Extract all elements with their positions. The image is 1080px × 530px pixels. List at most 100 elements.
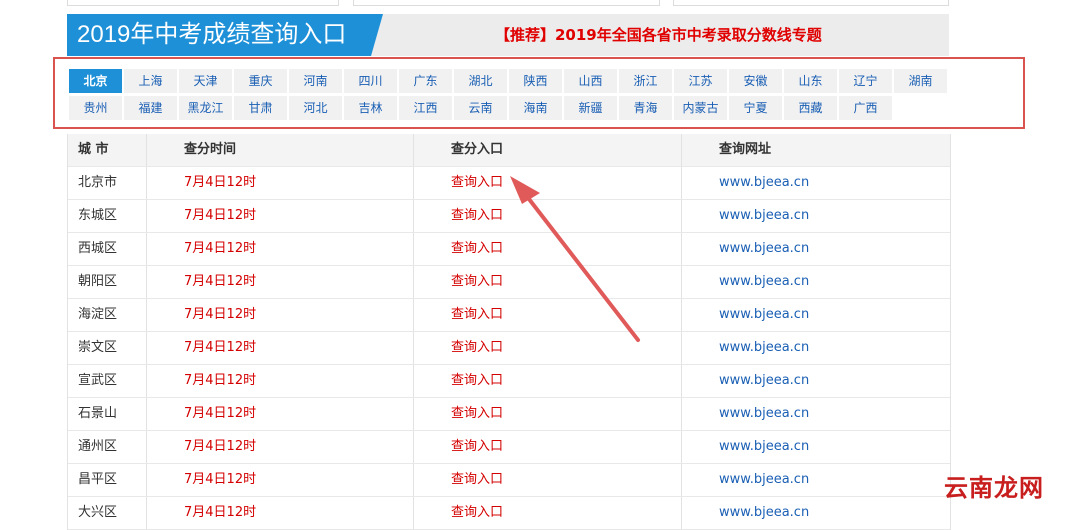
query-entry-link[interactable]: 查询入口 — [413, 464, 681, 496]
table-row: 朝阳区 7月4日12时 查询入口 www.bjeea.cn — [68, 266, 950, 299]
province-tab[interactable]: 贵州 — [69, 96, 122, 120]
cell-city: 大兴区 — [78, 505, 118, 520]
cell-city: 崇文区 — [78, 340, 118, 355]
cell-time: 7月4日12时 — [146, 497, 413, 529]
top-nav-stubs — [67, 0, 949, 6]
query-url-link[interactable]: www.bjeea.cn — [681, 464, 949, 496]
query-entry-link[interactable]: 查询入口 — [413, 365, 681, 397]
province-tab[interactable]: 内蒙古 — [674, 96, 727, 120]
query-entry-link[interactable]: 查询入口 — [413, 233, 681, 265]
query-url-link[interactable]: www.bjeea.cn — [681, 332, 949, 364]
cell-city: 石景山 — [78, 406, 118, 421]
province-tab[interactable]: 云南 — [454, 96, 507, 120]
cell-time: 7月4日12时 — [146, 332, 413, 364]
page-title: 2019年中考成绩查询入口 — [67, 14, 383, 56]
province-tab[interactable]: 湖北 — [454, 69, 507, 93]
header-url: 查询网址 — [681, 134, 949, 166]
query-entry-link[interactable]: 查询入口 — [413, 398, 681, 430]
query-entry-link[interactable]: 查询入口 — [413, 497, 681, 529]
province-tab[interactable]: 河北 — [289, 96, 342, 120]
query-url-link[interactable]: www.bjeea.cn — [681, 497, 949, 529]
cell-city: 东城区 — [78, 208, 118, 223]
table-row: 宣武区 7月4日12时 查询入口 www.bjeea.cn — [68, 365, 950, 398]
table-row: 海淀区 7月4日12时 查询入口 www.bjeea.cn — [68, 299, 950, 332]
province-tab[interactable]: 新疆 — [564, 96, 617, 120]
watermark-logo: 云南龙网 — [944, 473, 1044, 502]
cell-time: 7月4日12时 — [146, 167, 413, 199]
query-entry-link[interactable]: 查询入口 — [413, 431, 681, 463]
province-tab[interactable]: 重庆 — [234, 69, 287, 93]
query-url-link[interactable]: www.bjeea.cn — [681, 365, 949, 397]
query-entry-link[interactable]: 查询入口 — [413, 200, 681, 232]
cell-city: 海淀区 — [78, 307, 118, 322]
table-row: 通州区 7月4日12时 查询入口 www.bjeea.cn — [68, 431, 950, 464]
header-time: 查分时间 — [146, 134, 413, 166]
province-tab[interactable]: 浙江 — [619, 69, 672, 93]
title-bar: 2019年中考成绩查询入口 【推荐】2019年全国各省市中考录取分数线专题 — [67, 14, 949, 56]
table-row: 北京市 7月4日12时 查询入口 www.bjeea.cn — [68, 167, 950, 200]
province-tab[interactable]: 河南 — [289, 69, 342, 93]
query-url-link[interactable]: www.bjeea.cn — [681, 200, 949, 232]
province-tab[interactable]: 陕西 — [509, 69, 562, 93]
header-entry: 查分入口 — [413, 134, 681, 166]
province-tab[interactable]: 广东 — [399, 69, 452, 93]
province-tab[interactable]: 宁夏 — [729, 96, 782, 120]
cell-city: 通州区 — [78, 439, 118, 454]
table-row: 崇文区 7月4日12时 查询入口 www.bjeea.cn — [68, 332, 950, 365]
table-row: 西城区 7月4日12时 查询入口 www.bjeea.cn — [68, 233, 950, 266]
cell-time: 7月4日12时 — [146, 365, 413, 397]
province-tab[interactable]: 海南 — [509, 96, 562, 120]
cell-time: 7月4日12时 — [146, 233, 413, 265]
query-entry-link[interactable]: 查询入口 — [413, 332, 681, 364]
province-tab[interactable]: 广西 — [839, 96, 892, 120]
query-entry-link[interactable]: 查询入口 — [413, 167, 681, 199]
cell-time: 7月4日12时 — [146, 299, 413, 331]
province-tab[interactable]: 青海 — [619, 96, 672, 120]
table-body: 北京市 7月4日12时 查询入口 www.bjeea.cn 东城区 7月4日12时 查询入口… — [68, 167, 950, 530]
query-url-link[interactable]: www.bjeea.cn — [681, 266, 949, 298]
cell-time: 7月4日12时 — [146, 464, 413, 496]
province-tab[interactable]: 山西 — [564, 69, 617, 93]
province-grid: 北京 上海 天津 重庆 河南 四川 广东 湖北 陕西 山西 浙江 江苏 安徽 山东 辽宁 湖南贵州 福建 黑龙江甘… — [69, 69, 949, 120]
province-tab[interactable]: 吉林 — [344, 96, 397, 120]
province-tab[interactable]: 福建 — [124, 96, 177, 120]
province-tab[interactable]: 江西 — [399, 96, 452, 120]
cell-time: 7月4日12时 — [146, 431, 413, 463]
cell-time: 7月4日12时 — [146, 398, 413, 430]
top-stub-1 — [67, 0, 339, 6]
table-row: 东城区 7月4日12时 查询入口 www.bjeea.cn — [68, 200, 950, 233]
province-tab[interactable]: 四川 — [344, 69, 397, 93]
query-url-link[interactable]: www.bjeea.cn — [681, 398, 949, 430]
recommend-link[interactable]: 【推荐】2019年全国各省市中考录取分数线专题 — [495, 14, 822, 56]
province-tab[interactable]: 辽宁 — [839, 69, 892, 93]
header-city: 城 市 — [78, 142, 109, 157]
cell-time: 7月4日12时 — [146, 266, 413, 298]
province-tab[interactable]: 黑龙江 — [179, 96, 232, 120]
province-tab[interactable]: 湖南 — [894, 69, 947, 93]
table-row: 大兴区 7月4日12时 查询入口 www.bjeea.cn — [68, 497, 950, 530]
cell-city: 昌平区 — [78, 472, 118, 487]
province-tab[interactable]: 安徽 — [729, 69, 782, 93]
province-tab[interactable]: 天津 — [179, 69, 232, 93]
query-url-link[interactable]: www.bjeea.cn — [681, 431, 949, 463]
query-entry-link[interactable]: 查询入口 — [413, 266, 681, 298]
province-tab[interactable]: 西藏 — [784, 96, 837, 120]
cell-city: 宣武区 — [78, 373, 118, 388]
query-entry-link[interactable]: 查询入口 — [413, 299, 681, 331]
query-url-link[interactable]: www.bjeea.cn — [681, 167, 949, 199]
query-url-link[interactable]: www.bjeea.cn — [681, 233, 949, 265]
results-table: 城 市 查分时间 查分入口 查询网址 北京市 7月4日12时 查询入口 www.bje… — [67, 134, 951, 530]
province-tab[interactable]: 山东 — [784, 69, 837, 93]
top-stub-3 — [673, 0, 949, 6]
province-tab[interactable]: 上海 — [124, 69, 177, 93]
table-header-row: 城 市 查分时间 查分入口 查询网址 — [68, 134, 950, 167]
province-tab[interactable]: 北京 — [69, 69, 122, 93]
query-url-link[interactable]: www.bjeea.cn — [681, 299, 949, 331]
province-tab[interactable]: 甘肃 — [234, 96, 287, 120]
cell-city: 西城区 — [78, 241, 118, 256]
top-stub-2 — [353, 0, 660, 6]
province-tab[interactable]: 江苏 — [674, 69, 727, 93]
province-selector: 北京 上海 天津 重庆 河南 四川 广东 湖北 陕西 山西 浙江 江苏 安徽 山东 辽宁 湖南贵州 福建 黑龙江甘… — [53, 57, 1025, 129]
table-row: 昌平区 7月4日12时 查询入口 www.bjeea.cn — [68, 464, 950, 497]
table-row: 石景山 7月4日12时 查询入口 www.bjeea.cn — [68, 398, 950, 431]
